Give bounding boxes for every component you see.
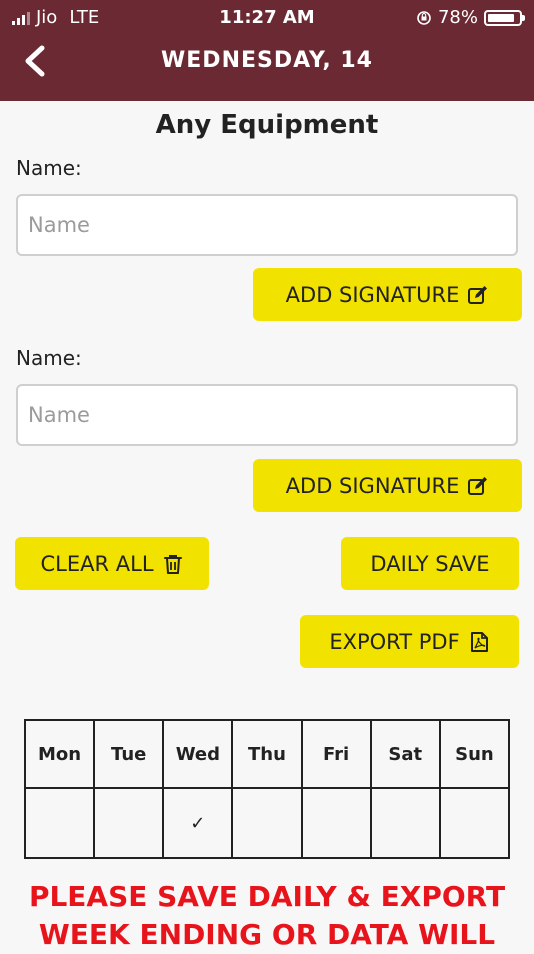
warning-line-2: WEEK ENDING OR DATA WILL <box>38 918 496 951</box>
add-signature-button-1[interactable]: ADD SIGNATURE <box>253 268 522 321</box>
mark-tue <box>93 787 165 859</box>
day-sun: Sun <box>438 719 511 789</box>
battery-percent: 78% <box>437 7 478 28</box>
name-input-1[interactable] <box>16 194 518 256</box>
day-mon: Mon <box>23 719 96 789</box>
section-title: Any Equipment <box>155 110 379 140</box>
battery-icon <box>484 9 525 26</box>
page-title: WEDNESDAY, 14 <box>161 48 373 73</box>
week-table: Mon Tue Wed Thu Fri Sat Sun ✓ <box>23 719 511 859</box>
day-tue: Tue <box>93 719 165 789</box>
status-right: 78% <box>416 7 525 28</box>
trash-icon <box>163 554 182 574</box>
add-signature-label-2: ADD SIGNATURE <box>285 473 460 498</box>
name-input-2[interactable] <box>16 384 518 446</box>
export-pdf-label: EXPORT PDF <box>329 629 460 654</box>
edit-icon <box>468 476 488 495</box>
mark-fri <box>300 787 372 859</box>
day-thu: Thu <box>231 719 303 789</box>
add-signature-button-2[interactable]: ADD SIGNATURE <box>253 459 522 512</box>
name-label-1: Name: <box>16 156 82 180</box>
daily-save-button[interactable]: DAILY SAVE <box>341 537 519 590</box>
mark-mon <box>23 787 96 859</box>
mark-sat <box>369 787 441 859</box>
mark-sun <box>438 787 511 859</box>
day-wed: Wed <box>162 719 234 789</box>
status-bar: Jio LTE 11:27 AM 78% <box>0 0 534 36</box>
export-pdf-button[interactable]: EXPORT PDF <box>300 615 519 668</box>
week-status-row: ✓ <box>23 787 511 859</box>
add-signature-label-1: ADD SIGNATURE <box>285 282 460 307</box>
save-warning: PLEASE SAVE DAILY & EXPORT WEEK ENDING O… <box>0 878 534 954</box>
clear-all-button[interactable]: CLEAR ALL <box>15 537 209 590</box>
clear-all-label: CLEAR ALL <box>40 551 154 576</box>
daily-save-label: DAILY SAVE <box>370 551 490 576</box>
mark-thu <box>231 787 303 859</box>
name-label-2: Name: <box>16 346 82 370</box>
mark-wed: ✓ <box>162 787 234 859</box>
pdf-file-icon <box>470 631 488 652</box>
rotation-lock-icon <box>417 10 431 25</box>
day-sat: Sat <box>369 719 441 789</box>
day-fri: Fri <box>300 719 372 789</box>
warning-line-1: PLEASE SAVE DAILY & EXPORT <box>28 880 506 913</box>
edit-icon <box>468 285 488 304</box>
app-header: Jio LTE 11:27 AM 78% WEDNESDAY, 14 <box>0 0 534 101</box>
week-header-row: Mon Tue Wed Thu Fri Sat Sun <box>23 719 511 789</box>
